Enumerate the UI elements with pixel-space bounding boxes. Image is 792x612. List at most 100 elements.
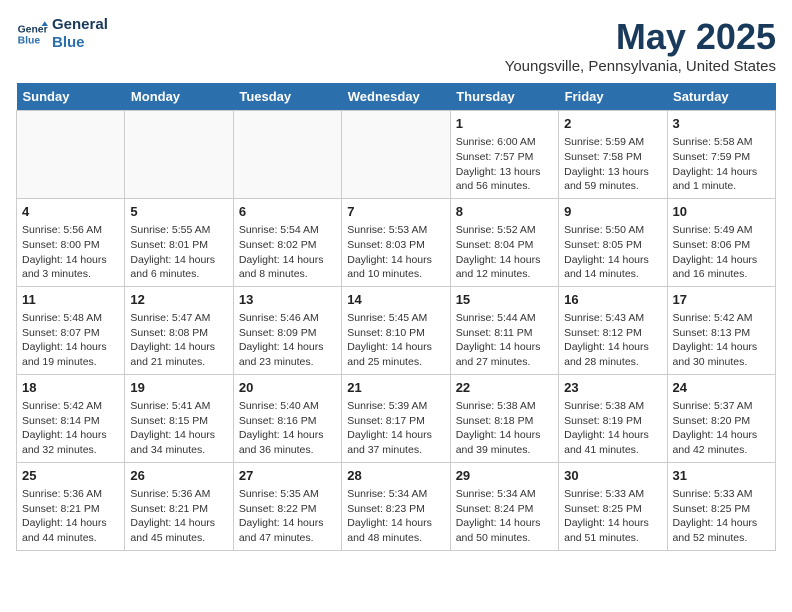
day-info-line: Daylight: 14 hours [22, 341, 107, 353]
day-info-line: Sunset: 8:12 PM [564, 327, 642, 339]
day-info: Sunrise: 5:37 AMSunset: 8:20 PMDaylight:… [673, 399, 770, 458]
calendar-cell: 23 Sunrise: 5:38 AMSunset: 8:19 PMDayligh… [559, 374, 667, 462]
day-info: Sunrise: 5:34 AMSunset: 8:24 PMDaylight:… [456, 487, 553, 546]
day-info-line: and 23 minutes. [239, 356, 314, 368]
day-info-line: and 50 minutes. [456, 532, 531, 544]
day-header-sunday: Sunday [17, 83, 125, 111]
day-info-line: Daylight: 13 hours [456, 166, 541, 178]
day-info-line: Sunset: 8:17 PM [347, 415, 425, 427]
day-info-line: Sunset: 8:24 PM [456, 503, 534, 515]
day-info-line: Daylight: 14 hours [347, 517, 432, 529]
day-info: Sunrise: 5:47 AMSunset: 8:08 PMDaylight:… [130, 311, 227, 370]
day-info-line: Sunset: 8:01 PM [130, 239, 208, 251]
day-info-line: Sunset: 8:19 PM [564, 415, 642, 427]
day-info: Sunrise: 5:45 AMSunset: 8:10 PMDaylight:… [347, 311, 444, 370]
day-number: 23 [564, 379, 661, 397]
day-info: Sunrise: 5:41 AMSunset: 8:15 PMDaylight:… [130, 399, 227, 458]
calendar-cell: 12 Sunrise: 5:47 AMSunset: 8:08 PMDayligh… [125, 286, 233, 374]
day-info-line: Sunrise: 5:54 AM [239, 224, 319, 236]
day-info-line: and 6 minutes. [130, 268, 199, 280]
title-block: May 2025 Youngsville, Pennsylvania, Unit… [505, 16, 776, 75]
day-info: Sunrise: 5:35 AMSunset: 8:22 PMDaylight:… [239, 487, 336, 546]
calendar-cell: 25Sunrise: 5:36 AMSunset: 8:21 PMDayligh… [17, 462, 125, 550]
logo-text: GeneralBlue [52, 16, 108, 52]
day-info-line: Sunrise: 5:55 AM [130, 224, 210, 236]
day-info-line: Sunrise: 5:47 AM [130, 312, 210, 324]
day-info-line: Sunrise: 5:33 AM [564, 488, 644, 500]
day-info-line: Daylight: 14 hours [564, 341, 649, 353]
day-info-line: and 27 minutes. [456, 356, 531, 368]
day-info-line: Daylight: 14 hours [564, 517, 649, 529]
day-info-line: Daylight: 13 hours [564, 166, 649, 178]
day-info-line: Sunrise: 5:38 AM [456, 400, 536, 412]
calendar-cell: 21Sunrise: 5:39 AMSunset: 8:17 PMDayligh… [342, 374, 450, 462]
day-info-line: Daylight: 14 hours [239, 341, 324, 353]
day-info: Sunrise: 5:54 AMSunset: 8:02 PMDaylight:… [239, 223, 336, 282]
day-info-line: Sunrise: 5:45 AM [347, 312, 427, 324]
day-number: 1 [456, 115, 553, 133]
day-info-line: Daylight: 14 hours [130, 429, 215, 441]
calendar-cell: 19Sunrise: 5:41 AMSunset: 8:15 PMDayligh… [125, 374, 233, 462]
day-info-line: and 3 minutes. [22, 268, 91, 280]
day-number: 12 [130, 291, 227, 309]
day-info: Sunrise: 5:34 AMSunset: 8:23 PMDaylight:… [347, 487, 444, 546]
day-info-line: Daylight: 14 hours [456, 341, 541, 353]
day-header-tuesday: Tuesday [233, 83, 341, 111]
day-info-line: and 25 minutes. [347, 356, 422, 368]
calendar-cell: 10Sunrise: 5:49 AMSunset: 8:06 PMDayligh… [667, 198, 775, 286]
calendar-week-row: 25Sunrise: 5:36 AMSunset: 8:21 PMDayligh… [17, 462, 776, 550]
day-info-line: Daylight: 14 hours [239, 429, 324, 441]
page-header: General Blue GeneralBlue May 2025 Youngs… [16, 16, 776, 75]
calendar-header-row: SundayMondayTuesdayWednesdayThursdayFrid… [17, 83, 776, 111]
day-info-line: and 51 minutes. [564, 532, 639, 544]
day-info-line: Daylight: 14 hours [130, 517, 215, 529]
calendar-cell: 6 Sunrise: 5:54 AMSunset: 8:02 PMDaylight… [233, 198, 341, 286]
day-info-line: Sunrise: 5:58 AM [673, 136, 753, 148]
calendar-cell: 7Sunrise: 5:53 AMSunset: 8:03 PMDaylight… [342, 198, 450, 286]
calendar-cell: 18 Sunrise: 5:42 AMSunset: 8:14 PMDayligh… [17, 374, 125, 462]
day-info-line: Daylight: 14 hours [239, 254, 324, 266]
day-number: 14 [347, 291, 444, 309]
calendar-cell: 29Sunrise: 5:34 AMSunset: 8:24 PMDayligh… [450, 462, 558, 550]
day-info-line: Sunset: 8:18 PM [456, 415, 534, 427]
day-info-line: Daylight: 14 hours [22, 429, 107, 441]
day-info-line: Sunrise: 5:33 AM [673, 488, 753, 500]
day-info: Sunrise: 5:38 AMSunset: 8:19 PMDaylight:… [564, 399, 661, 458]
day-info-line: and 14 minutes. [564, 268, 639, 280]
day-info-line: Sunset: 7:57 PM [456, 151, 534, 163]
day-info-line: Sunset: 8:23 PM [347, 503, 425, 515]
calendar-week-row: 1Sunrise: 6:00 AMSunset: 7:57 PMDaylight… [17, 111, 776, 199]
day-info-line: Daylight: 14 hours [130, 254, 215, 266]
day-info-line: and 56 minutes. [456, 180, 531, 192]
day-info: Sunrise: 5:40 AMSunset: 8:16 PMDaylight:… [239, 399, 336, 458]
day-info-line: and 41 minutes. [564, 444, 639, 456]
day-info-line: and 36 minutes. [239, 444, 314, 456]
day-info-line: Daylight: 14 hours [22, 517, 107, 529]
location: Youngsville, Pennsylvania, United States [505, 58, 776, 75]
day-info-line: and 45 minutes. [130, 532, 205, 544]
calendar-week-row: 4Sunrise: 5:56 AMSunset: 8:00 PMDaylight… [17, 198, 776, 286]
calendar-cell: 27Sunrise: 5:35 AMSunset: 8:22 PMDayligh… [233, 462, 341, 550]
day-info-line: Sunset: 8:04 PM [456, 239, 534, 251]
day-info-line: Sunset: 8:11 PM [456, 327, 533, 339]
calendar-cell: 26Sunrise: 5:36 AMSunset: 8:21 PMDayligh… [125, 462, 233, 550]
day-info-line: Daylight: 14 hours [456, 517, 541, 529]
day-info-line: Daylight: 14 hours [347, 254, 432, 266]
day-info-line: Sunrise: 5:52 AM [456, 224, 536, 236]
day-info-line: Sunset: 8:05 PM [564, 239, 642, 251]
day-info: Sunrise: 5:50 AMSunset: 8:05 PMDaylight:… [564, 223, 661, 282]
calendar-cell [342, 111, 450, 199]
day-info-line: and 44 minutes. [22, 532, 97, 544]
day-number: 6 [239, 203, 336, 221]
day-info-line: Sunrise: 5:48 AM [22, 312, 102, 324]
day-info: Sunrise: 5:42 AMSunset: 8:14 PMDaylight:… [22, 399, 119, 458]
day-number: 26 [130, 467, 227, 485]
day-info-line: and 34 minutes. [130, 444, 205, 456]
day-number: 21 [347, 379, 444, 397]
day-number: 18 [22, 379, 119, 397]
day-info-line: Daylight: 14 hours [673, 517, 758, 529]
day-info-line: Daylight: 14 hours [347, 429, 432, 441]
calendar-cell: 28Sunrise: 5:34 AMSunset: 8:23 PMDayligh… [342, 462, 450, 550]
day-info-line: and 39 minutes. [456, 444, 531, 456]
calendar-cell: 15Sunrise: 5:44 AMSunset: 8:11 PMDayligh… [450, 286, 558, 374]
